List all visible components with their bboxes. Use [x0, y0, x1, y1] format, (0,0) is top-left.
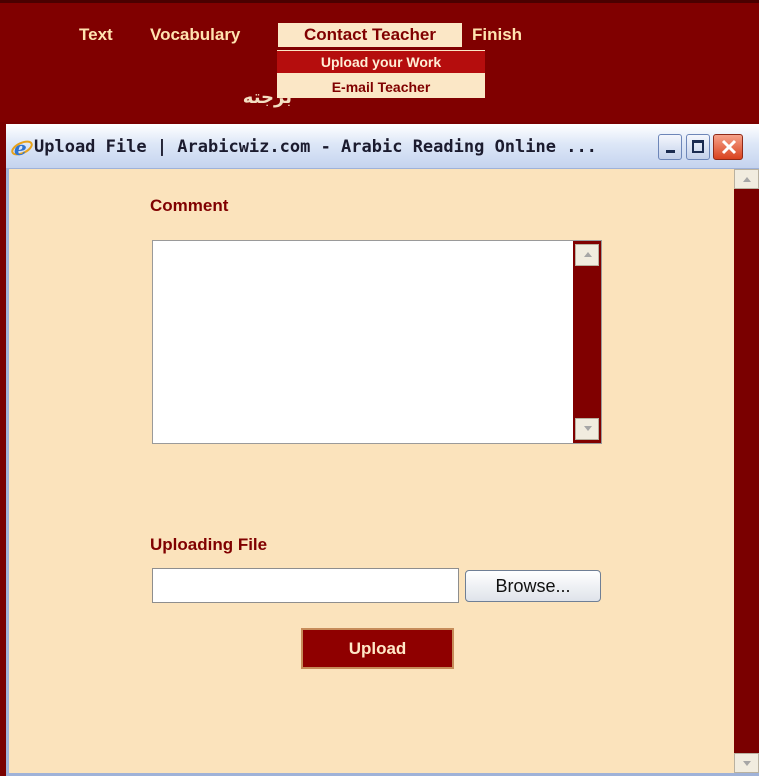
site-header: Text Vocabulary Contact Teacher Finish U… [0, 0, 759, 122]
comment-scrollbar[interactable] [573, 241, 601, 443]
uploading-file-label: Uploading File [150, 535, 268, 554]
internet-explorer-icon: e [11, 136, 33, 159]
maximize-icon [692, 140, 704, 153]
scroll-down-arrow-icon [584, 426, 592, 431]
scroll-up-arrow-icon [743, 177, 751, 182]
minimize-icon [666, 150, 675, 153]
page-scrollbar[interactable] [734, 169, 759, 773]
nav-item-vocabulary[interactable]: Vocabulary [150, 25, 240, 45]
comment-textarea[interactable] [153, 241, 573, 443]
svg-text:e: e [14, 136, 27, 159]
close-icon [721, 139, 737, 155]
dropdown-item-upload-work[interactable]: Upload your Work [277, 51, 485, 73]
upload-form: Comment Uploading File Browse... Upload [9, 169, 734, 773]
comment-scroll-down-button[interactable] [575, 418, 599, 440]
window-titlebar[interactable]: e Upload File | Arabicwiz.com - Arabic R… [6, 124, 759, 169]
file-path-input[interactable] [152, 568, 459, 603]
arabic-page-heading: ﺑﺮﺟﺘﻪ [242, 87, 292, 108]
nav-item-finish[interactable]: Finish [472, 25, 522, 45]
scroll-down-arrow-icon [743, 761, 751, 766]
upload-button[interactable]: Upload [301, 628, 454, 669]
contact-teacher-dropdown: Upload your Work E-mail Teacher [277, 50, 485, 98]
comment-scroll-up-button[interactable] [575, 244, 599, 266]
nav-item-text[interactable]: Text [79, 25, 113, 45]
upload-popup-window: e Upload File | Arabicwiz.com - Arabic R… [6, 124, 759, 776]
minimize-button[interactable] [658, 134, 682, 160]
page-scroll-up-button[interactable] [734, 169, 759, 189]
browse-button[interactable]: Browse... [465, 570, 601, 602]
comment-field [152, 240, 602, 444]
comment-label: Comment [150, 196, 229, 215]
close-button[interactable] [713, 134, 743, 160]
scroll-up-arrow-icon [584, 252, 592, 257]
header-top-edge [0, 0, 759, 3]
dropdown-item-email-teacher[interactable]: E-mail Teacher [277, 76, 485, 98]
maximize-button[interactable] [686, 134, 710, 160]
window-title: Upload File | Arabicwiz.com - Arabic Rea… [34, 137, 597, 157]
nav-item-contact-teacher[interactable]: Contact Teacher [278, 23, 462, 47]
page-scroll-down-button[interactable] [734, 753, 759, 773]
